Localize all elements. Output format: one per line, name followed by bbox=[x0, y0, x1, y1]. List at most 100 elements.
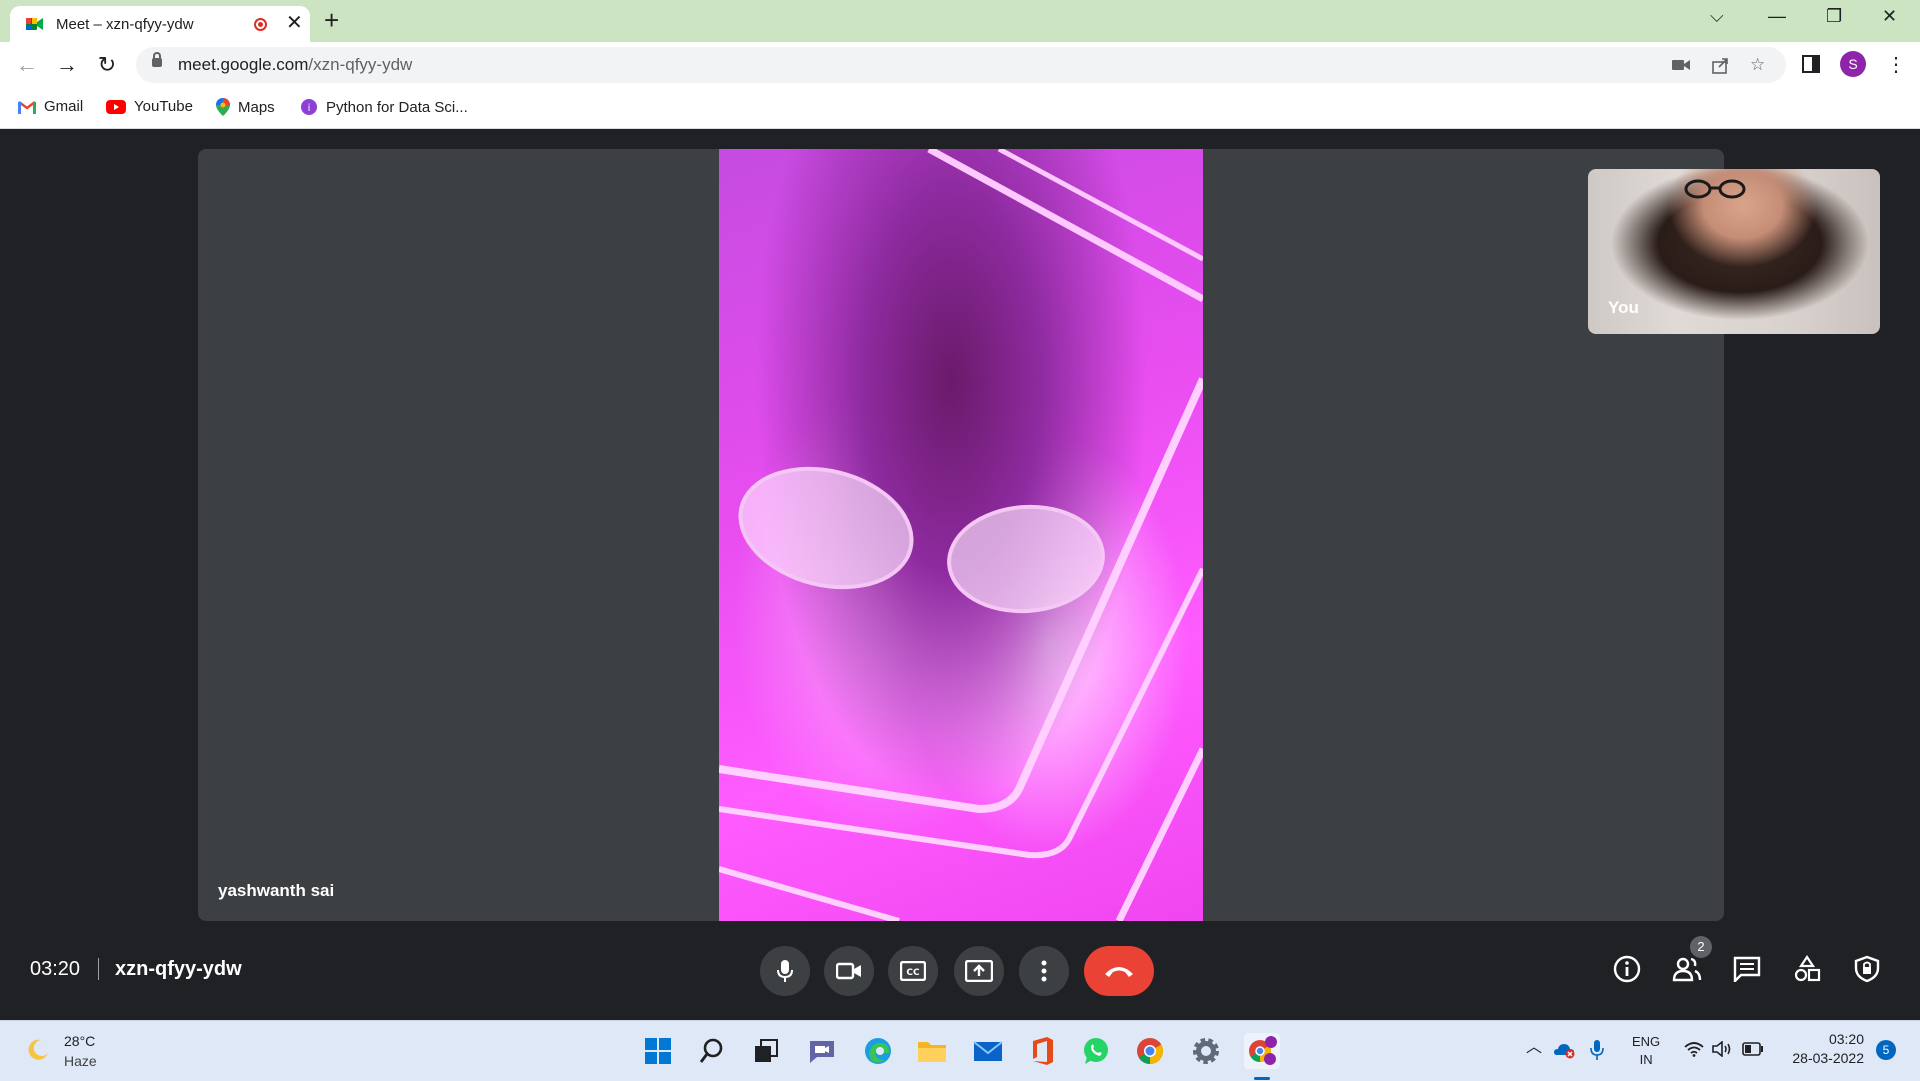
back-icon[interactable]: ← bbox=[12, 50, 42, 80]
main-video-stage: yashwanth sai bbox=[198, 149, 1724, 921]
show-hidden-icons-icon[interactable]: ︿ bbox=[1526, 1033, 1542, 1057]
system-clock[interactable]: 03:20 28-03-2022 bbox=[1774, 1031, 1864, 1066]
whatsapp-app[interactable] bbox=[1078, 1033, 1114, 1069]
new-tab-button[interactable]: + bbox=[324, 6, 339, 34]
taskbar-search[interactable] bbox=[694, 1033, 730, 1069]
chrome-profile-app[interactable] bbox=[1244, 1033, 1280, 1069]
hangup-icon bbox=[1105, 967, 1133, 977]
chat-icon bbox=[1733, 956, 1761, 982]
gmail-icon bbox=[18, 100, 36, 114]
meet-favicon-icon bbox=[26, 18, 43, 30]
participant-count-badge: 2 bbox=[1690, 936, 1712, 958]
activities-button[interactable] bbox=[1790, 952, 1824, 986]
chrome-app[interactable] bbox=[1132, 1033, 1168, 1069]
edge-app[interactable] bbox=[860, 1033, 896, 1069]
meeting-details-button[interactable] bbox=[1610, 952, 1644, 986]
notification-badge[interactable]: 5 bbox=[1876, 1040, 1896, 1060]
input-language[interactable]: ENG IN bbox=[1632, 1033, 1660, 1069]
weather-description[interactable]: Haze bbox=[64, 1053, 97, 1069]
file-explorer-icon bbox=[918, 1042, 946, 1062]
share-icon[interactable] bbox=[1712, 56, 1730, 74]
people-icon bbox=[1672, 957, 1702, 982]
svg-text:i: i bbox=[308, 103, 311, 114]
captions-button[interactable]: CC bbox=[888, 946, 938, 996]
bookmarks-bar: Gmail YouTube Maps i Python for Data Sci… bbox=[0, 88, 1920, 129]
self-view-tile[interactable]: You bbox=[1588, 169, 1880, 334]
activities-icon bbox=[1794, 955, 1821, 982]
tab-strip: Meet – xzn-qfyy-ydw ✕ + ⌵ — ❐ ✕ bbox=[0, 0, 1920, 42]
tab-meet[interactable]: Meet – xzn-qfyy-ydw ✕ bbox=[10, 6, 310, 42]
host-controls-icon bbox=[1854, 955, 1880, 983]
chat-button[interactable] bbox=[1730, 952, 1764, 986]
whatsapp-icon bbox=[1084, 1038, 1108, 1064]
task-view-icon bbox=[755, 1039, 778, 1062]
browser-toolbar: ← → ↻ meet.google.com/xzn-qfyy-ydw ☆ S ⋮ bbox=[0, 42, 1920, 88]
restore-icon[interactable]: ❐ bbox=[1826, 6, 1842, 27]
reload-icon[interactable]: ↻ bbox=[92, 50, 122, 80]
youtube-icon bbox=[106, 99, 126, 114]
mic-button[interactable] bbox=[760, 946, 810, 996]
participant-video-yashwanth[interactable] bbox=[719, 149, 1203, 921]
settings-app[interactable] bbox=[1188, 1033, 1224, 1069]
chrome-icon bbox=[1137, 1038, 1164, 1065]
lock-icon[interactable] bbox=[152, 52, 162, 67]
url-text[interactable]: meet.google.com/xzn-qfyy-ydw bbox=[178, 55, 412, 75]
tab-search-icon[interactable]: ⌵ bbox=[1710, 6, 1724, 27]
divider bbox=[98, 958, 99, 980]
maps-icon bbox=[216, 98, 230, 116]
chrome-menu-icon[interactable]: ⋮ bbox=[1886, 52, 1906, 77]
close-tab-icon[interactable]: ✕ bbox=[286, 12, 303, 34]
wifi-icon[interactable] bbox=[1684, 1041, 1704, 1057]
mic-icon bbox=[777, 960, 793, 982]
task-view-button[interactable] bbox=[748, 1033, 784, 1069]
search-icon bbox=[699, 1038, 723, 1063]
office-icon bbox=[1033, 1037, 1053, 1065]
leave-call-button[interactable] bbox=[1084, 946, 1154, 996]
bookmark-python-for-data-science[interactable]: i Python for Data Sci... bbox=[300, 98, 468, 116]
present-icon bbox=[965, 960, 993, 982]
start-button[interactable] bbox=[640, 1033, 676, 1069]
profile-avatar[interactable]: S bbox=[1840, 51, 1866, 77]
edge-icon bbox=[865, 1038, 891, 1064]
onedrive-error-icon[interactable] bbox=[1554, 1041, 1576, 1059]
side-panel-icon[interactable] bbox=[1802, 55, 1820, 73]
microphone-tray-icon[interactable] bbox=[1590, 1039, 1604, 1061]
bookmark-maps[interactable]: Maps bbox=[216, 98, 275, 116]
volume-icon[interactable] bbox=[1712, 1041, 1732, 1057]
bookmark-gmail[interactable]: Gmail bbox=[18, 98, 83, 115]
host-controls-button[interactable] bbox=[1850, 952, 1884, 986]
mail-icon bbox=[973, 1041, 1003, 1061]
meeting-time: 03:20 bbox=[30, 958, 81, 980]
chrome-profile-icon bbox=[1249, 1036, 1277, 1065]
present-button[interactable] bbox=[954, 946, 1004, 996]
bookmark-youtube[interactable]: YouTube bbox=[106, 98, 193, 115]
camera-button[interactable] bbox=[824, 946, 874, 996]
mail-app[interactable] bbox=[970, 1033, 1006, 1069]
windows-taskbar: 28°C Haze ︿ ENG IN 03:20 28-03-2022 5 bbox=[0, 1020, 1920, 1081]
camera-in-use-icon[interactable] bbox=[1672, 58, 1690, 72]
weather-temperature[interactable]: 28°C bbox=[64, 1033, 95, 1049]
address-bar[interactable]: meet.google.com/xzn-qfyy-ydw ☆ bbox=[136, 47, 1786, 83]
teams-chat-app[interactable] bbox=[804, 1033, 840, 1069]
more-options-button[interactable] bbox=[1019, 946, 1069, 996]
office-app[interactable] bbox=[1024, 1033, 1060, 1069]
forward-icon[interactable]: → bbox=[52, 50, 82, 80]
minimize-icon[interactable]: — bbox=[1768, 6, 1786, 27]
self-name-label: You bbox=[1608, 298, 1639, 317]
bookmark-star-icon[interactable]: ☆ bbox=[1750, 55, 1765, 75]
captions-icon: CC bbox=[900, 961, 926, 981]
file-explorer-app[interactable] bbox=[914, 1033, 950, 1069]
recording-indicator-icon bbox=[254, 18, 267, 31]
info-icon bbox=[1613, 955, 1641, 983]
meeting-code: xzn-qfyy-ydw bbox=[115, 958, 242, 980]
self-glasses bbox=[1684, 179, 1746, 199]
more-options-icon bbox=[1041, 960, 1047, 982]
close-window-icon[interactable]: ✕ bbox=[1882, 6, 1897, 27]
meet-control-bar: 03:20 xzn-qfyy-ydw CC 2 bbox=[0, 928, 1920, 1020]
python-course-icon: i bbox=[301, 99, 317, 115]
start-icon bbox=[645, 1038, 671, 1064]
weather-moon-icon[interactable] bbox=[26, 1037, 50, 1061]
battery-icon[interactable] bbox=[1742, 1042, 1764, 1056]
settings-icon bbox=[1193, 1038, 1219, 1064]
camera-icon bbox=[836, 962, 861, 980]
